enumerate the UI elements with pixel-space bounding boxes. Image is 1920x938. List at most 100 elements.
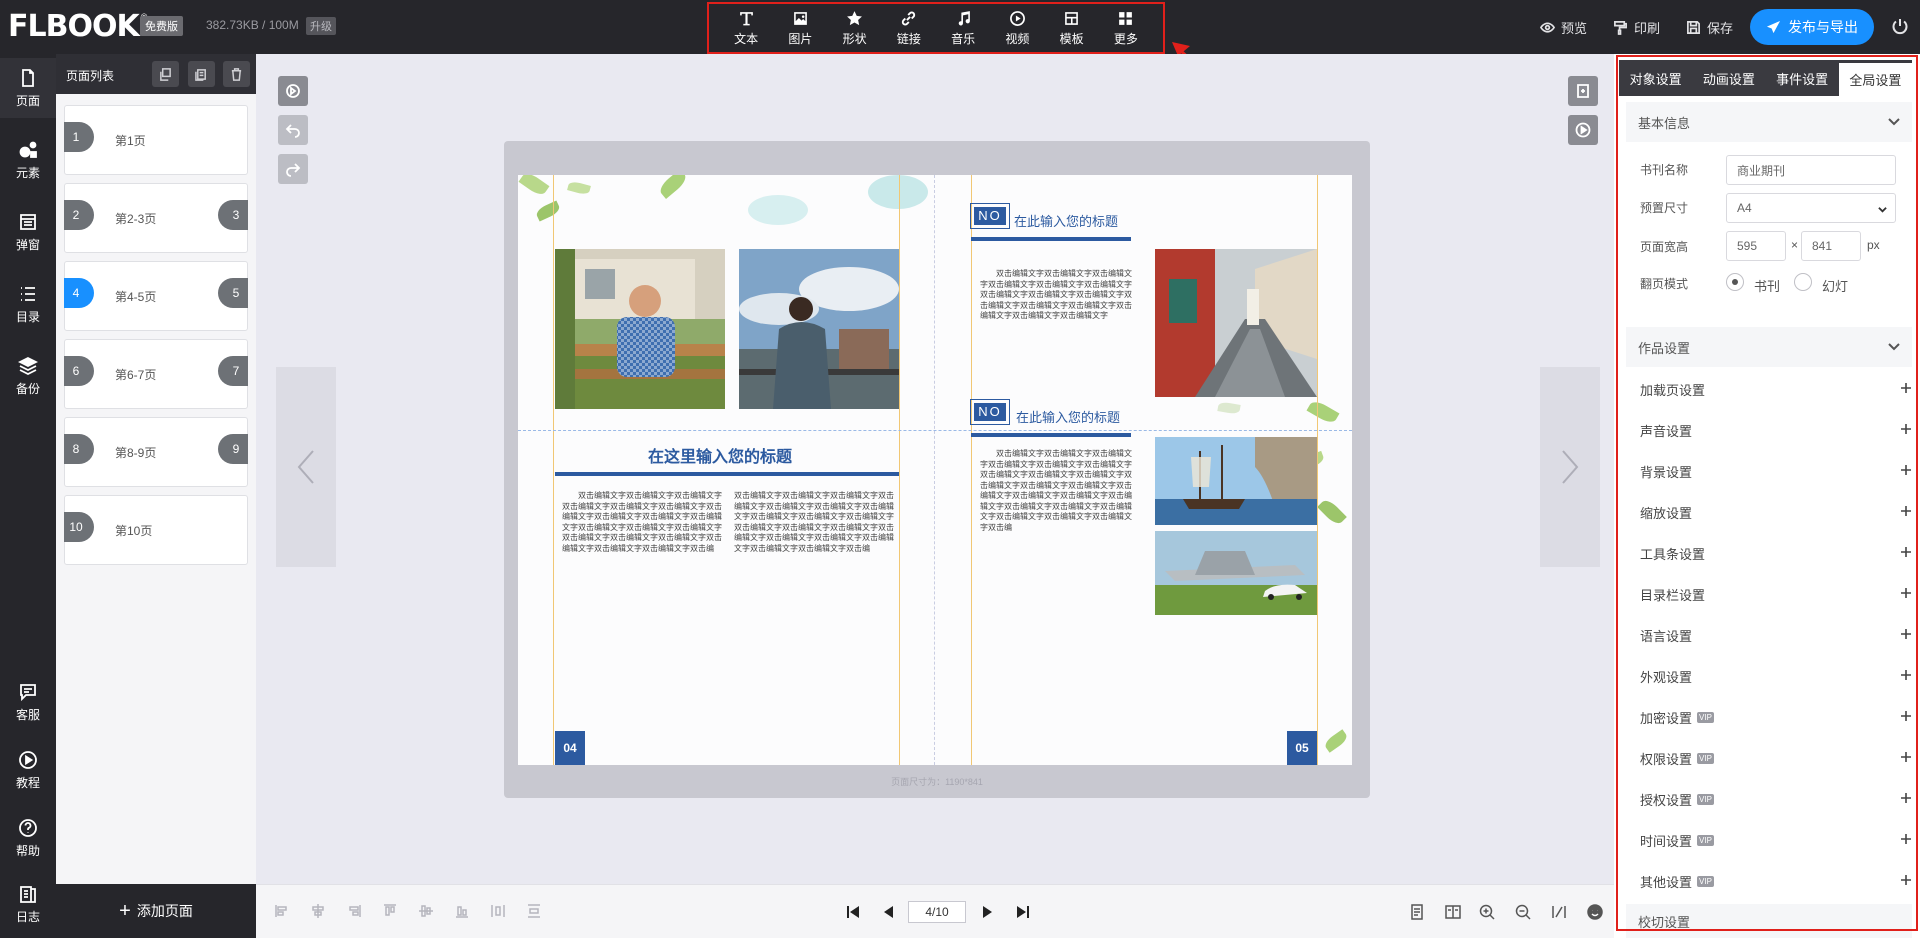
section-title-1[interactable]: 在此输入您的标题 <box>1014 211 1118 230</box>
upgrade-button[interactable]: 升级 <box>306 17 336 35</box>
zoom-out-button[interactable] <box>1514 903 1532 921</box>
settings-row[interactable]: 外观设置 <box>1640 656 1912 697</box>
tool-image[interactable]: 图片 <box>776 10 824 47</box>
publish-export-button[interactable]: 发布与导出 <box>1750 9 1874 45</box>
body-text-block[interactable]: 双击编辑文字双击编辑文字双击编辑文字双击编辑文字双击编辑文字双击编辑文字双击编辑… <box>980 449 1138 599</box>
settings-row[interactable]: 加载页设置 <box>1640 369 1912 410</box>
tab-animation-settings[interactable]: 动画设置 <box>1692 60 1765 96</box>
tool-more[interactable]: 更多 <box>1102 10 1150 47</box>
photo-street[interactable] <box>1155 249 1317 397</box>
align-middle-button[interactable] <box>418 903 434 919</box>
rail-backup[interactable]: 备份 <box>0 346 56 406</box>
tool-shape[interactable]: 形状 <box>831 10 879 47</box>
theme-toggle-button[interactable] <box>1586 903 1604 921</box>
settings-row[interactable]: 授权设置 VIP <box>1640 779 1912 820</box>
play-preview-tool[interactable] <box>1568 115 1598 145</box>
preview-button[interactable]: 预览 <box>1540 0 1587 54</box>
page-width-input[interactable]: 595 <box>1726 231 1786 261</box>
tool-template[interactable]: 模板 <box>1048 10 1096 47</box>
page-card[interactable]: 8 第8-9页 9 <box>64 417 248 487</box>
print-button[interactable]: 印刷 <box>1613 0 1660 54</box>
first-page-button[interactable] <box>844 903 862 921</box>
spread-main-title[interactable]: 在这里输入您的标题 <box>648 443 792 467</box>
page-card[interactable]: 4 第4-5页 5 <box>64 261 248 331</box>
delete-page-button[interactable] <box>223 61 250 87</box>
page-card[interactable]: 10 第10页 <box>64 495 248 565</box>
align-left-button[interactable] <box>274 903 290 919</box>
prev-spread-button[interactable] <box>276 367 336 567</box>
section-title-2[interactable]: 在此输入您的标题 <box>1016 407 1120 426</box>
rail-tutorial[interactable]: 教程 <box>0 740 56 800</box>
single-page-view-button[interactable] <box>1408 903 1426 921</box>
next-spread-button[interactable] <box>1540 367 1600 567</box>
page-settings-tool[interactable] <box>1568 76 1598 106</box>
section-work-settings[interactable]: 作品设置 <box>1626 327 1912 367</box>
duplicate-page-button[interactable] <box>152 61 179 87</box>
section-cut-settings[interactable]: 校切设置 <box>1626 904 1912 938</box>
fit-screen-button[interactable] <box>1550 903 1568 921</box>
settings-row[interactable]: 缩放设置 <box>1640 492 1912 533</box>
undo-button[interactable] <box>278 115 308 145</box>
settings-row[interactable]: 时间设置 VIP <box>1640 820 1912 861</box>
align-center-button[interactable] <box>310 903 326 919</box>
settings-row[interactable]: 声音设置 <box>1640 410 1912 451</box>
layers-tool[interactable] <box>278 76 308 106</box>
photo-airplane-car[interactable] <box>1155 531 1317 615</box>
settings-row[interactable]: 语言设置 <box>1640 615 1912 656</box>
next-page-button[interactable] <box>978 903 996 921</box>
settings-row[interactable]: 背景设置 <box>1640 451 1912 492</box>
page-card[interactable]: 2 第2-3页 3 <box>64 183 248 253</box>
tab-object-settings[interactable]: 对象设置 <box>1619 60 1692 96</box>
photo-sailing-ship[interactable] <box>1155 437 1317 525</box>
page-card[interactable]: 1 第1页 <box>64 105 248 175</box>
align-right-button[interactable] <box>346 903 362 919</box>
align-bottom-button[interactable] <box>454 903 470 919</box>
rail-log[interactable]: 日志 <box>0 874 56 934</box>
page-card[interactable]: 6 第6-7页 7 <box>64 339 248 409</box>
last-page-button[interactable] <box>1014 903 1032 921</box>
rail-elements[interactable]: 元素 <box>0 130 56 190</box>
rail-pages[interactable]: 页面 <box>0 58 56 118</box>
rail-toc[interactable]: 目录 <box>0 274 56 334</box>
add-page-button[interactable]: + 添加页面 <box>56 884 256 938</box>
rail-help[interactable]: 帮助 <box>0 808 56 868</box>
body-text-block[interactable]: 双击编辑文字双击编辑文字双击编辑文字双击编辑文字双击编辑文字双击编辑文字双击编辑… <box>734 491 896 656</box>
redo-button[interactable] <box>278 154 308 184</box>
body-text-block[interactable]: 双击编辑文字双击编辑文字双击编辑文字双击编辑文字双击编辑文字双击编辑文字双击编辑… <box>562 491 724 656</box>
page-number-input[interactable] <box>908 901 966 923</box>
tab-event-settings[interactable]: 事件设置 <box>1766 60 1839 96</box>
align-top-button[interactable] <box>382 903 398 919</box>
settings-row[interactable]: 其他设置 VIP <box>1640 861 1912 902</box>
preset-size-select[interactable]: A4 <box>1726 193 1896 223</box>
paste-page-button[interactable] <box>188 61 215 87</box>
tool-text[interactable]: 文本 <box>722 10 770 47</box>
tool-video[interactable]: 视频 <box>993 10 1041 47</box>
book-spread[interactable]: 在这里输入您的标题 双击编辑文字双击编辑文字双击编辑文字双击编辑文字双击编辑文字… <box>518 175 1352 765</box>
double-page-view-button[interactable] <box>1444 903 1462 921</box>
rail-popup[interactable]: 弹窗 <box>0 202 56 262</box>
prev-page-button[interactable] <box>880 903 898 921</box>
book-name-input[interactable]: 商业期刊 <box>1726 155 1896 185</box>
photo-man-fence[interactable] <box>555 249 725 409</box>
page-height-input[interactable]: 841 <box>1801 231 1861 261</box>
settings-row[interactable]: 目录栏设置 <box>1640 574 1912 615</box>
settings-row[interactable]: 加密设置 VIP <box>1640 697 1912 738</box>
tool-music[interactable]: 音乐 <box>939 10 987 47</box>
rail-support[interactable]: 客服 <box>0 672 56 732</box>
section-basic-info[interactable]: 基本信息 <box>1626 102 1912 142</box>
plus-icon <box>1900 382 1912 394</box>
save-button[interactable]: 保存 <box>1686 0 1733 54</box>
tool-link[interactable]: 链接 <box>885 10 933 47</box>
distribute-v-button[interactable] <box>526 903 542 919</box>
power-icon[interactable] <box>1890 17 1910 37</box>
body-text-block[interactable]: 双击编辑文字双击编辑文字双击编辑文字双击编辑文字双击编辑文字双击编辑文字双击编辑… <box>980 269 1138 397</box>
settings-row[interactable]: 权限设置 VIP <box>1640 738 1912 779</box>
logo[interactable]: FLBOOK ® <box>8 10 147 44</box>
zoom-in-button[interactable] <box>1478 903 1496 921</box>
settings-row[interactable]: 工具条设置 <box>1640 533 1912 574</box>
flip-mode-slide-radio[interactable] <box>1794 273 1812 291</box>
distribute-h-button[interactable] <box>490 903 506 919</box>
tab-global-settings[interactable]: 全局设置 <box>1838 63 1912 96</box>
flip-mode-book-radio[interactable] <box>1726 273 1744 291</box>
photo-woman-balcony[interactable] <box>739 249 899 409</box>
